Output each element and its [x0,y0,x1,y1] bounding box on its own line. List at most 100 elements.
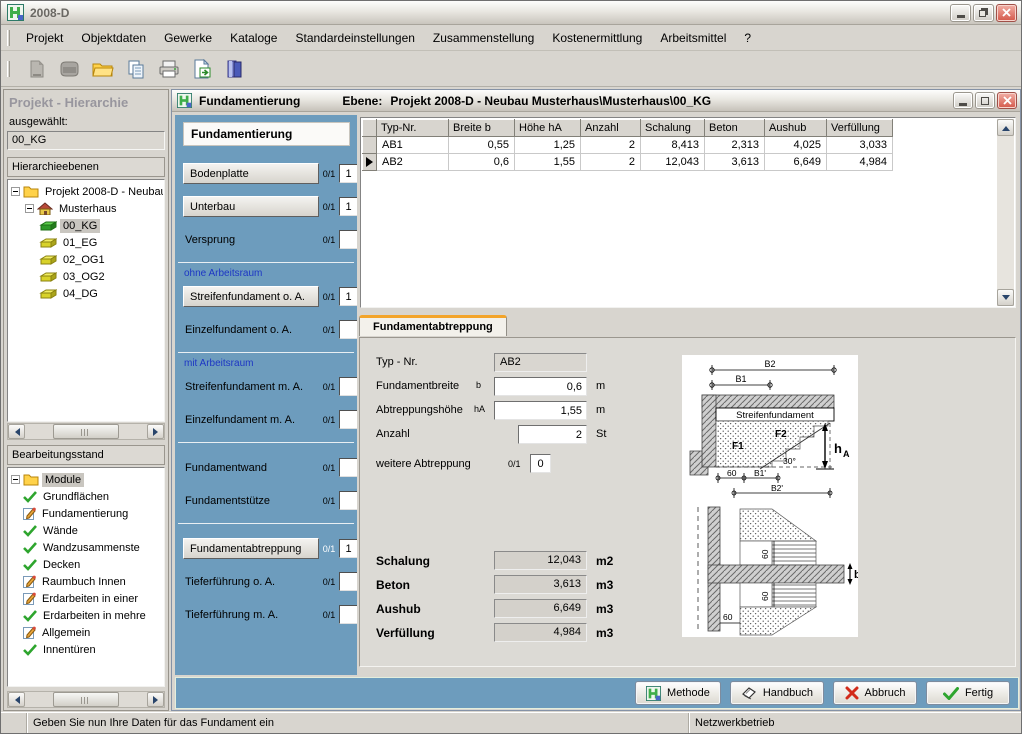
tieferfuehrung-ma-count-input[interactable] [339,605,357,624]
progress-horizontal-scrollbar[interactable] [7,691,165,708]
cell-breite[interactable]: 0,6 [449,154,515,171]
abtreppungshoehe-input[interactable] [494,401,587,420]
fundamentbreite-input[interactable] [494,377,587,396]
cell-aushub[interactable]: 6,649 [765,154,827,171]
streifenfundament-ma-label[interactable]: Streifenfundament m. A. [183,381,319,393]
tieferfuehrung-oa-label[interactable]: Tieferführung o. A. [183,576,319,588]
collapse-icon[interactable] [11,187,20,196]
einzelfundament-oa-count-input[interactable] [339,320,357,339]
einzelfundament-ma-count-input[interactable] [339,410,357,429]
scroll-thumb[interactable] [53,424,119,439]
cell-typ-nr[interactable]: AB1 [377,137,449,154]
streifenfundament-oa-button[interactable]: Streifenfundament o. A. [183,286,319,307]
tree-item-floor-01eg[interactable]: 01_EG [9,234,163,251]
module-item-fundamentierung[interactable]: Fundamentierung [9,505,163,522]
bodenplatte-count-input[interactable] [339,164,357,183]
cell-breite[interactable]: 0,55 [449,137,515,154]
abbruch-button[interactable]: Abbruch [833,681,917,705]
scroll-track[interactable] [25,424,147,439]
row-selector-current[interactable] [363,154,377,171]
scroll-right-button[interactable] [147,424,164,439]
restore-button[interactable] [973,4,994,22]
minimize-button[interactable] [950,4,971,22]
fundamentwand-count-input[interactable] [339,458,357,477]
menu-item-kataloge[interactable]: Kataloge [221,28,286,48]
scroll-thumb[interactable] [53,692,119,707]
unterbau-button[interactable]: Unterbau [183,196,319,217]
module-item-wandzusammenstellung[interactable]: Wandzusammenste [9,539,163,556]
menu-item-hilfe[interactable]: ? [735,28,760,48]
hierarchy-horizontal-scrollbar[interactable] [7,423,165,440]
menu-item-standardeinstellungen[interactable]: Standardeinstellungen [286,28,423,48]
cell-verfuellung[interactable]: 3,033 [827,137,893,154]
cell-hoehe[interactable]: 1,25 [515,137,581,154]
cell-typ-nr[interactable]: AB2 [377,154,449,171]
module-item-raumbuch-innen[interactable]: Raumbuch Innen [9,573,163,590]
row-selector[interactable] [363,137,377,154]
fundamentabtreppung-count-input[interactable] [339,539,357,558]
versprung-label[interactable]: Versprung [183,234,319,246]
tree-item-floor-04dg[interactable]: 04_DG [9,285,163,302]
tree-item-floor-00kg[interactable]: 00_KG [9,217,163,234]
cell-verfuellung[interactable]: 4,984 [827,154,893,171]
cell-anzahl[interactable]: 2 [581,137,641,154]
tab-fundamentabtreppung[interactable]: Fundamentabtreppung [359,315,507,336]
handbuch-button[interactable]: Handbuch [730,681,824,705]
scroll-track[interactable] [997,136,1014,289]
print-button[interactable] [156,56,182,82]
child-minimize-button[interactable] [953,92,973,109]
tieferfuehrung-oa-count-input[interactable] [339,572,357,591]
cell-schalung[interactable]: 8,413 [641,137,705,154]
fertig-button[interactable]: Fertig [926,681,1010,705]
menu-item-zusammenstellung[interactable]: Zusammenstellung [424,28,543,48]
menu-item-gewerke[interactable]: Gewerke [155,28,221,48]
versprung-count-input[interactable] [339,230,357,249]
menu-item-objektdaten[interactable]: Objektdaten [72,28,155,48]
module-item-decken[interactable]: Decken [9,556,163,573]
open-folder-button[interactable] [90,56,116,82]
fundamentstuetze-label[interactable]: Fundamentstütze [183,495,319,507]
scroll-up-button[interactable] [997,119,1014,136]
scroll-track[interactable] [25,692,147,707]
export-button[interactable] [189,56,215,82]
cell-beton[interactable]: 2,313 [705,137,765,154]
scroll-left-button[interactable] [8,424,25,439]
open-project-button[interactable] [57,56,83,82]
bodenplatte-button[interactable]: Bodenplatte [183,163,319,184]
copy-button[interactable] [123,56,149,82]
menu-item-kostenermittlung[interactable]: Kostenermittlung [543,28,651,48]
exit-button[interactable] [222,56,248,82]
scroll-down-button[interactable] [997,289,1014,306]
module-item-allgemein[interactable]: Allgemein [9,624,163,641]
tree-item-building[interactable]: Musterhaus [9,200,163,217]
cell-schalung[interactable]: 12,043 [641,154,705,171]
cell-anzahl[interactable]: 2 [581,154,641,171]
module-item-innentueren[interactable]: Innentüren [9,641,163,658]
cell-beton[interactable]: 3,613 [705,154,765,171]
module-item-waende[interactable]: Wände [9,522,163,539]
scroll-right-button[interactable] [147,692,164,707]
streifenfundament-ma-count-input[interactable] [339,377,357,396]
cell-aushub[interactable]: 4,025 [765,137,827,154]
einzelfundament-ma-label[interactable]: Einzelfundament m. A. [183,414,319,426]
table-vertical-scrollbar[interactable] [997,119,1014,306]
fundamentstuetze-count-input[interactable] [339,491,357,510]
streifenfundament-oa-count-input[interactable] [339,287,357,306]
fundamentwand-label[interactable]: Fundamentwand [183,462,319,474]
module-item-grundflaechen[interactable]: Grundflächen [9,488,163,505]
tree-item-floor-03og2[interactable]: 03_OG2 [9,268,163,285]
methode-button[interactable]: Methode [635,681,721,705]
module-item-erdarbeiten-einer[interactable]: Erdarbeiten in einer [9,590,163,607]
child-maximize-button[interactable] [975,92,995,109]
weitere-abtreppung-input[interactable] [530,454,551,473]
close-button[interactable] [996,4,1017,22]
collapse-icon[interactable] [11,475,20,484]
menu-item-arbeitsmittel[interactable]: Arbeitsmittel [651,28,735,48]
collapse-icon[interactable] [25,204,34,213]
scroll-left-button[interactable] [8,692,25,707]
module-item-erdarbeiten-mehreren[interactable]: Erdarbeiten in mehre [9,607,163,624]
tree-item-project-root[interactable]: Projekt 2008-D - Neubau [9,183,163,200]
table-row-ab1[interactable]: AB1 0,55 1,25 2 8,413 2,313 4,025 3,033 [363,137,893,154]
new-document-button[interactable] [24,56,50,82]
table-row-ab2-selected[interactable]: AB2 0,6 1,55 2 12,043 3,613 6,649 4,984 [363,154,893,171]
